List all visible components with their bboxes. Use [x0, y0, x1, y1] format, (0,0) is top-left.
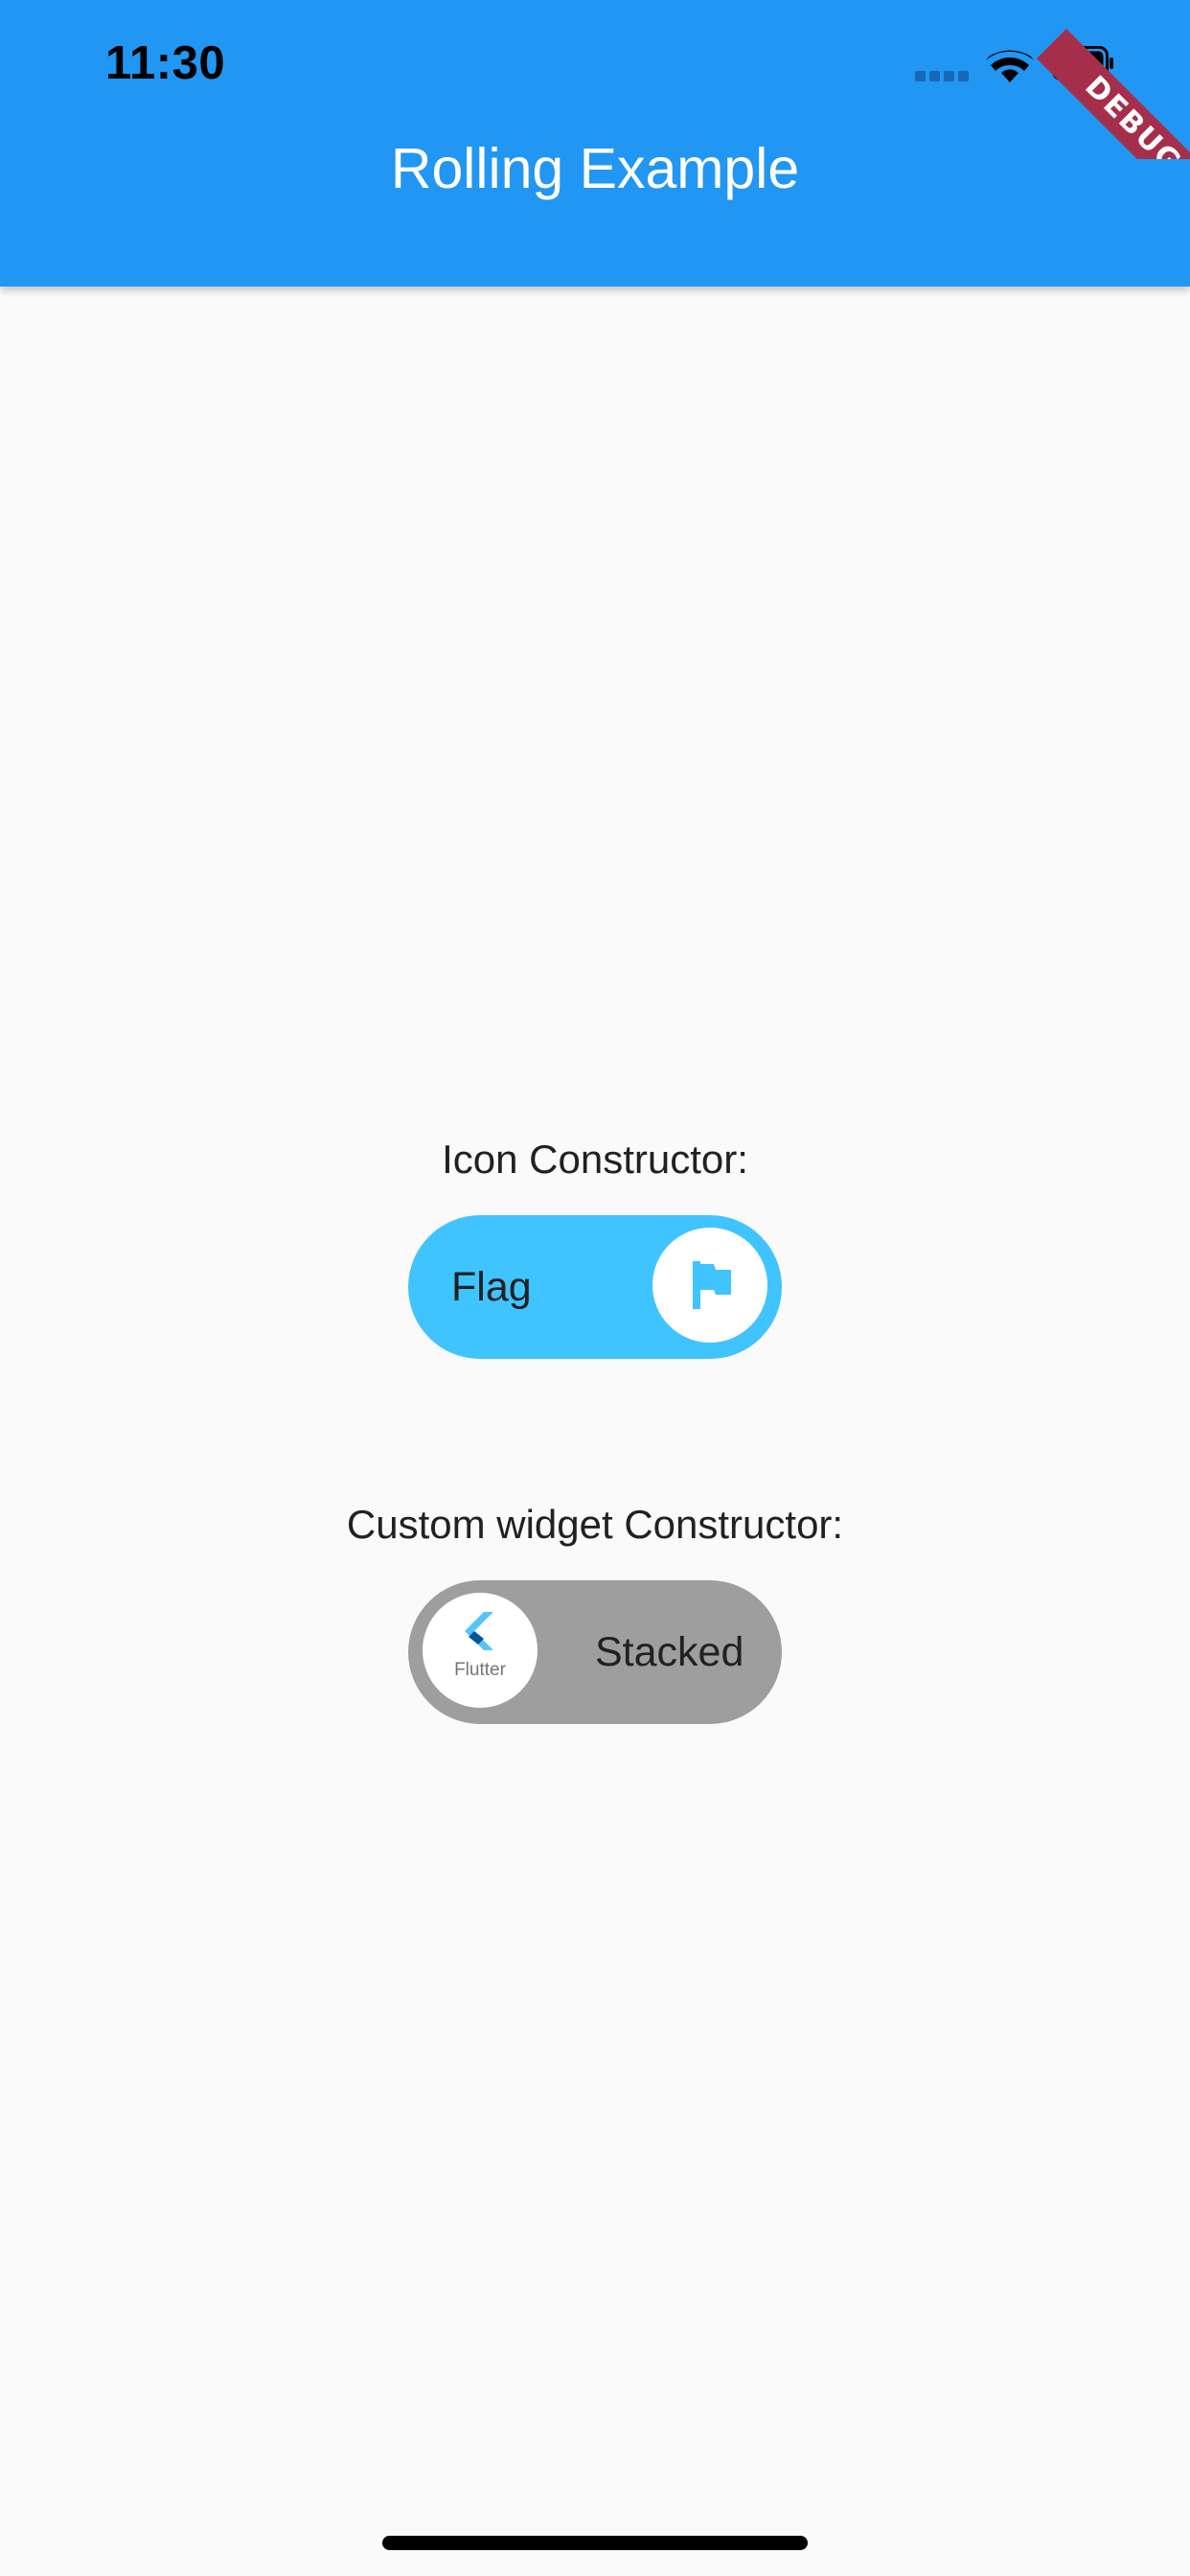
flutter-logo-icon	[465, 1612, 493, 1650]
home-indicator[interactable]	[382, 2536, 808, 2550]
stacked-switch-text: Stacked	[595, 1629, 744, 1675]
flag-rolling-switch[interactable]: Flag	[408, 1215, 782, 1359]
custom-widget-constructor-label: Custom widget Constructor:	[346, 1502, 844, 1547]
signal-icon	[915, 70, 971, 81]
debug-banner-label: DEBUG	[1036, 29, 1190, 159]
wifi-icon	[986, 50, 1034, 82]
icon-constructor-label: Icon Constructor:	[442, 1137, 748, 1182]
debug-banner: DEBUG	[1031, 0, 1190, 159]
screen: { "status_bar": { "time": "11:30" }, "de…	[0, 0, 1190, 2576]
flag-icon	[693, 1261, 731, 1309]
app-bar: 11:30 Rolling Example DEBUG	[0, 0, 1190, 287]
app-bar-title: Rolling Example	[390, 137, 800, 200]
switch-knob: Flutter	[423, 1593, 538, 1708]
flag-switch-text: Flag	[451, 1264, 532, 1310]
status-time: 11:30	[105, 37, 226, 89]
stacked-rolling-switch[interactable]: Flutter Stacked	[408, 1580, 782, 1724]
switch-knob	[652, 1228, 767, 1343]
flutter-logo-caption: Flutter	[454, 1660, 506, 1680]
